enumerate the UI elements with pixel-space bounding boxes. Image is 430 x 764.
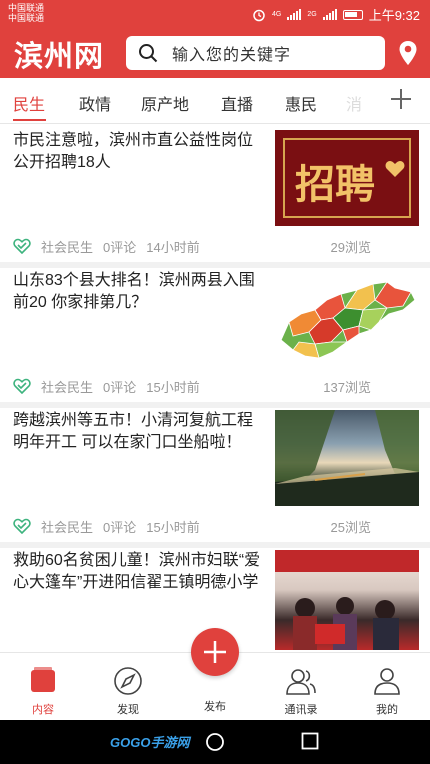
recent-apps-icon[interactable] <box>301 732 319 750</box>
heart-icon <box>385 161 405 177</box>
nav-contacts[interactable]: 通讯录 <box>271 665 331 717</box>
river-photo-image <box>275 410 419 506</box>
nav-contacts-label: 通讯录 <box>284 704 318 716</box>
news-meta: 社会民生 0评论 14小时前 29浏览 <box>13 236 371 256</box>
news-thumbnail <box>275 550 419 650</box>
heart-outline-icon <box>13 238 31 254</box>
heart-outline-icon <box>13 518 31 534</box>
alarm-icon <box>253 9 265 21</box>
category-tabs: 民生 政情 原产地 直播 惠民 消 <box>0 78 430 124</box>
battery-icon <box>342 9 363 20</box>
heart-outline-icon <box>13 378 31 394</box>
tab-yuanchandi[interactable]: 原产地 <box>141 91 189 115</box>
news-category: 社会民生 <box>41 239 94 255</box>
nav-mine[interactable]: 我的 <box>357 665 417 717</box>
network-type-1: 4G <box>272 11 282 18</box>
compass-icon <box>114 667 142 695</box>
news-views: 29浏览 <box>330 239 371 255</box>
news-category: 社会民生 <box>41 379 94 395</box>
add-tab-icon[interactable] <box>390 88 412 110</box>
contacts-icon <box>286 669 316 695</box>
tab-zhibo[interactable]: 直播 <box>221 91 253 115</box>
nav-mine-label: 我的 <box>376 704 398 716</box>
plus-icon <box>204 641 226 663</box>
system-nav-bar: GOGO手游网 <box>0 720 430 764</box>
event-photo-image <box>275 550 419 650</box>
tab-minsheng[interactable]: 民生 <box>13 91 45 115</box>
status-icons: 4G 2G 上午9:32 <box>252 5 420 24</box>
carrier-info: 中国联通 中国联通 <box>8 3 44 23</box>
news-time: 14小时前 <box>146 239 200 255</box>
status-bar: 中国联通 中国联通 4G 2G 上午9:32 <box>0 0 430 28</box>
news-title[interactable]: 山东83个县大排名！滨州两县入围前20 你家排第几？ <box>13 270 268 314</box>
tab-huimin[interactable]: 惠民 <box>285 91 317 115</box>
search-icon <box>139 44 158 63</box>
news-meta: 社会民生 0评论 15小时前 25浏览 <box>13 516 371 536</box>
news-comments: 0评论 <box>103 239 137 255</box>
publish-label: 发布 <box>204 701 226 713</box>
nav-discover-label: 发现 <box>117 704 139 716</box>
publish-button[interactable] <box>191 628 239 676</box>
content-icon <box>31 667 55 692</box>
app-logo[interactable]: 滨州网 <box>14 33 104 75</box>
news-views: 137浏览 <box>323 379 371 395</box>
news-category: 社会民生 <box>41 519 94 535</box>
news-item[interactable]: 山东83个县大排名！滨州两县入围前20 你家排第几？ 社会民生 0评论 15小时… <box>0 268 430 408</box>
news-title[interactable]: 救助60名贫困儿童！滨州市妇联“爱心大篷车”开进阳信翟王镇明德小学 <box>13 550 268 594</box>
news-time: 15小时前 <box>146 379 200 395</box>
news-thumbnail: 招聘 <box>275 130 419 226</box>
news-title[interactable]: 市民注意啦，滨州市直公益性岗位公开招聘18人 <box>13 130 268 174</box>
network-type-2: 2G <box>307 11 317 18</box>
home-icon[interactable] <box>205 732 225 752</box>
user-icon <box>374 668 400 695</box>
news-comments: 0评论 <box>103 379 137 395</box>
news-time: 15小时前 <box>146 519 200 535</box>
news-thumbnail <box>275 410 419 506</box>
nav-discover[interactable]: 发现 <box>98 665 158 717</box>
nav-content[interactable]: 内容 <box>13 665 73 717</box>
thumb-text: 招聘 <box>295 161 375 208</box>
nav-content-label: 内容 <box>32 704 54 716</box>
news-title[interactable]: 跨越滨州等五市！小清河复航工程明年开工 可以在家门口坐船啦！ <box>13 410 268 454</box>
news-views: 25浏览 <box>330 519 371 535</box>
watermark-logo: GOGO手游网 <box>110 735 190 750</box>
shandong-map-image <box>280 281 416 359</box>
search-input[interactable]: 输入您的关键字 <box>126 36 385 70</box>
news-thumbnail <box>275 270 419 366</box>
news-comments: 0评论 <box>103 519 137 535</box>
location-pin-icon[interactable] <box>398 40 418 66</box>
tab-indicator <box>13 119 46 121</box>
news-item[interactable]: 跨越滨州等五市！小清河复航工程明年开工 可以在家门口坐船啦！ 社会民生 0评论 … <box>0 408 430 548</box>
news-item[interactable]: 市民注意啦，滨州市直公益性岗位公开招聘18人 招聘 社会民生 0评论 14小时前… <box>0 128 430 268</box>
signal-icon-2 <box>322 9 337 20</box>
status-time: 上午9:32 <box>368 8 420 23</box>
tab-zhengqing[interactable]: 政情 <box>79 91 111 115</box>
signal-icon <box>287 9 302 20</box>
search-placeholder: 输入您的关键字 <box>172 47 292 64</box>
tab-partial[interactable]: 消 <box>346 91 362 115</box>
app-header: 中国联通 中国联通 4G 2G 上午9:32 滨州网 输入您的关键字 <box>0 0 430 78</box>
carrier-1: 中国联通 <box>8 3 45 13</box>
carrier-2: 中国联通 <box>8 13 45 23</box>
news-meta: 社会民生 0评论 15小时前 137浏览 <box>13 376 371 396</box>
